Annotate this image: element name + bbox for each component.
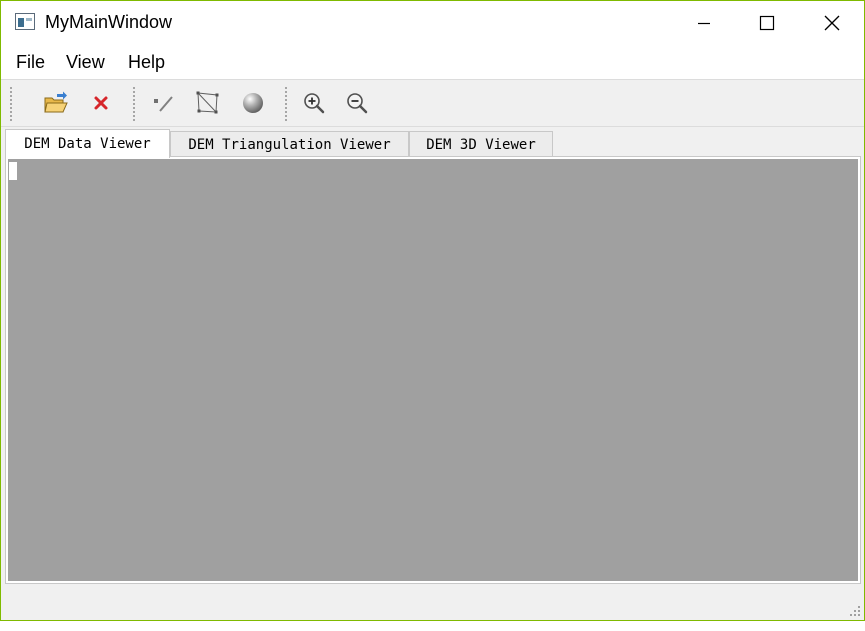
close-file-icon [94,96,108,110]
close-icon [824,15,840,31]
minimize-icon [698,22,710,25]
draw-line-icon [154,96,173,112]
toolbar-grip[interactable] [132,86,136,122]
toolbar [1,79,864,127]
maximize-icon [759,15,775,31]
title-bar[interactable]: MyMainWindow [1,1,864,45]
desktop-background [0,621,865,631]
open-file-button[interactable] [42,89,70,117]
zoom-in-button[interactable] [300,89,328,117]
tab-dem-data-viewer[interactable]: DEM Data Viewer [5,129,170,158]
close-button[interactable] [809,1,855,45]
toolbar-grip[interactable] [9,86,13,122]
triangulation-icon [196,91,219,114]
window-title: MyMainWindow [45,12,173,32]
menu-file[interactable]: File [15,52,46,73]
triangulation-button[interactable] [194,89,222,117]
sphere-3d-icon [243,93,263,113]
close-file-button[interactable] [87,89,115,117]
toolbar-grip[interactable] [284,86,288,122]
open-folder-icon [44,91,68,113]
minimize-button[interactable] [681,1,727,45]
app-icon [15,13,35,30]
dem-data-view[interactable] [8,159,858,581]
tab-bar: DEM Data Viewer DEM Triangulation Viewer… [1,129,864,158]
zoom-in-icon [304,93,325,114]
draw-line-button[interactable] [149,89,177,117]
zoom-out-icon [347,93,368,114]
view-3d-button[interactable] [239,89,267,117]
main-window: MyMainWindow File View Help DEM Data Vie… [0,0,865,621]
size-grip-icon[interactable] [849,605,861,617]
menu-view[interactable]: View [65,52,106,73]
menu-help[interactable]: Help [127,52,166,73]
text-cursor [9,162,17,180]
tab-content-panel [5,156,861,584]
status-bar [1,587,864,620]
menu-bar: File View Help [1,45,864,79]
maximize-button[interactable] [744,1,790,45]
tab-dem-triangulation-viewer[interactable]: DEM Triangulation Viewer [170,131,409,157]
tab-dem-3d-viewer[interactable]: DEM 3D Viewer [409,131,553,157]
zoom-out-button[interactable] [343,89,371,117]
